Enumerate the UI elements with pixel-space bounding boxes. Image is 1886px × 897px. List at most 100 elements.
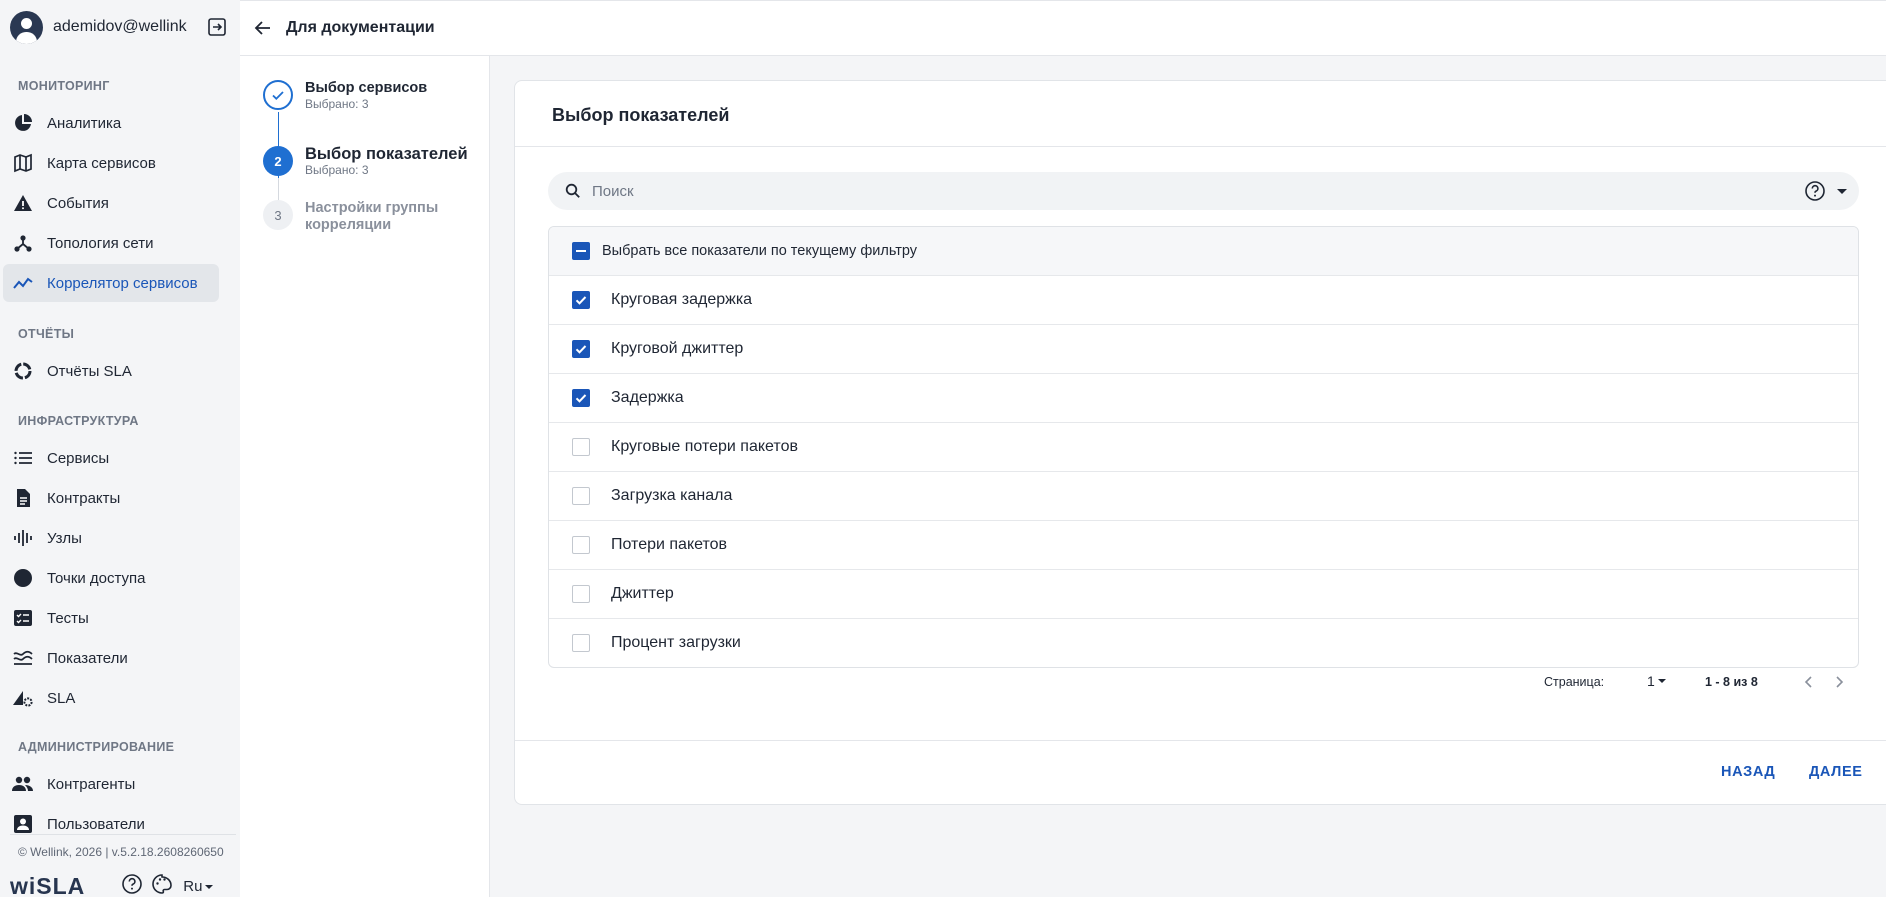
sidebar-section-title: ИНФРАСТРУКТУРА xyxy=(18,414,139,428)
check-icon xyxy=(263,80,293,110)
sidebar-item-3-1[interactable]: Пользователи xyxy=(3,805,219,843)
user-row: ademidov@wellink... xyxy=(0,0,240,54)
metric-label: Джиттер xyxy=(611,585,674,602)
sidebar-item-2-2[interactable]: Узлы xyxy=(3,519,219,557)
metric-checkbox[interactable] xyxy=(572,438,590,456)
copyright: © Wellink, 2026 | v.5.2.18.2608260650 xyxy=(18,845,224,859)
step-correlation-settings[interactable]: 3 Настройки группы корреляции xyxy=(263,200,455,234)
sidebar-item-label: Карта сервисов xyxy=(47,154,156,172)
chevron-right-icon[interactable] xyxy=(1830,673,1848,694)
palette-icon[interactable] xyxy=(151,873,173,897)
metric-label: Задержка xyxy=(611,389,684,406)
wizard-stepper: Выбор сервисов Выбрано: 3 2 Выбор показа… xyxy=(240,56,490,897)
sidebar-item-2-6[interactable]: SLA xyxy=(3,679,219,717)
chevron-left-icon[interactable] xyxy=(1800,673,1818,694)
topology-icon xyxy=(11,231,35,255)
warning-icon xyxy=(11,191,35,215)
step-subtitle: Выбрано: 3 xyxy=(305,163,369,177)
circle-icon xyxy=(11,566,35,590)
step-select-services[interactable]: Выбор сервисов Выбрано: 3 xyxy=(263,80,427,112)
logout-icon[interactable] xyxy=(204,14,230,40)
filter-dropdown-icon[interactable] xyxy=(1833,182,1851,200)
sidebar-item-label: Сервисы xyxy=(47,449,110,467)
page-title: Для документации xyxy=(286,19,435,36)
sidebar-item-label: Тесты xyxy=(47,609,89,627)
sidebar-item-0-1[interactable]: Карта сервисов xyxy=(3,144,219,182)
metric-checkbox[interactable] xyxy=(572,634,590,652)
metric-row[interactable]: Круговой джиттер xyxy=(549,324,1858,373)
sidebar-item-2-5[interactable]: Показатели xyxy=(3,639,219,677)
select-all-checkbox[interactable] xyxy=(572,242,590,260)
sla-gear-icon xyxy=(11,686,35,710)
step-title: Выбор сервисов xyxy=(305,80,428,96)
waves-icon xyxy=(11,646,35,670)
trend-icon xyxy=(11,271,35,295)
sidebar-section-title: ОТЧЁТЫ xyxy=(18,327,75,341)
language-select[interactable]: Ru xyxy=(183,878,216,895)
metric-row[interactable]: Джиттер xyxy=(549,569,1858,618)
sidebar-item-0-2[interactable]: События xyxy=(3,184,219,222)
avatar[interactable] xyxy=(10,10,43,44)
metric-row[interactable]: Задержка xyxy=(549,373,1858,422)
sidebar-section-title: МОНИТОРИНГ xyxy=(18,79,110,93)
select-all-row[interactable]: Выбрать все показатели по текущему фильт… xyxy=(549,227,1858,275)
metric-checkbox-checked[interactable] xyxy=(572,340,590,358)
sidebar-item-label: Коррелятор сервисов xyxy=(47,274,198,292)
search-icon xyxy=(564,182,582,200)
metric-label: Загрузка канала xyxy=(611,487,733,504)
chevron-down-icon xyxy=(205,884,214,889)
sidebar-item-label: Отчёты SLA xyxy=(47,362,132,380)
sidebar-item-0-4[interactable]: Коррелятор сервисов xyxy=(3,264,219,302)
back-arrow-icon[interactable] xyxy=(250,15,276,41)
page-range: 1 - 8 из 8 xyxy=(1705,675,1758,689)
step-title: Настройки группы корреляции xyxy=(305,200,439,233)
metric-checkbox[interactable] xyxy=(572,585,590,603)
search-input[interactable] xyxy=(592,182,1732,200)
sidebar-item-3-0[interactable]: Контрагенты xyxy=(3,765,219,803)
metric-row[interactable]: Загрузка канала xyxy=(549,471,1858,520)
sidebar-item-label: Контракты xyxy=(47,489,121,507)
sidebar-item-1-0[interactable]: Отчёты SLA xyxy=(3,352,219,390)
user-name: ademidov@wellink... xyxy=(53,18,188,35)
sidebar-item-label: Топология сети xyxy=(47,234,154,252)
next-button[interactable]: ДАЛЕЕ xyxy=(1809,764,1863,780)
page-select[interactable]: 1 xyxy=(1647,673,1669,689)
back-button[interactable]: НАЗАД xyxy=(1721,764,1775,780)
metric-checkbox[interactable] xyxy=(572,487,590,505)
sidebar-item-label: Узлы xyxy=(47,529,82,547)
sidebar-item-label: Показатели xyxy=(47,649,128,667)
sidebar-footer: wiSLA Ru xyxy=(10,873,236,897)
sidebar-item-label: События xyxy=(47,194,109,212)
metric-checkbox-checked[interactable] xyxy=(572,389,590,407)
sidebar-footer-divider xyxy=(10,834,236,835)
metric-checkbox-checked[interactable] xyxy=(572,291,590,309)
language-label: Ru xyxy=(183,878,203,895)
page-label: Страница: xyxy=(1544,675,1605,689)
metric-row[interactable]: Круговая задержка xyxy=(549,275,1858,324)
metric-row[interactable]: Процент загрузки xyxy=(549,618,1858,667)
sidebar-item-label: Точки доступа xyxy=(47,569,146,587)
sidebar-item-2-1[interactable]: Контракты xyxy=(3,479,219,517)
help-icon[interactable] xyxy=(121,873,143,897)
card-footer-divider xyxy=(515,740,1886,741)
sidebar-item-0-3[interactable]: Топология сети xyxy=(3,224,219,262)
sidebar-item-2-3[interactable]: Точки доступа xyxy=(3,559,219,597)
metrics-card: Выбор показателей Выбрать все показатели… xyxy=(514,80,1886,805)
step-select-metrics[interactable]: 2 Выбор показателей Выбрано: 3 xyxy=(263,146,468,178)
metric-row[interactable]: Потери пакетов xyxy=(549,520,1858,569)
sidebar-item-2-4[interactable]: Тесты xyxy=(3,599,219,637)
select-all-label: Выбрать все показатели по текущему фильт… xyxy=(602,243,918,259)
metric-row[interactable]: Круговые потери пакетов xyxy=(549,422,1858,471)
people-icon xyxy=(11,772,35,796)
sidebar-item-0-0[interactable]: Аналитика xyxy=(3,104,219,142)
help-icon[interactable] xyxy=(1803,179,1827,203)
step-number: 3 xyxy=(263,200,293,230)
donut-icon xyxy=(11,359,35,383)
top-header: Для документации xyxy=(240,0,1886,56)
sidebar-item-2-0[interactable]: Сервисы xyxy=(3,439,219,477)
step-subtitle: Выбрано: 3 xyxy=(305,97,369,111)
sidebar-section-title: АДМИНИСТРИРОВАНИЕ xyxy=(18,740,175,754)
pagination: Страница: 1 1 - 8 из 8 xyxy=(515,673,1886,693)
metric-checkbox[interactable] xyxy=(572,536,590,554)
sidebar-item-label: Пользователи xyxy=(47,815,145,833)
